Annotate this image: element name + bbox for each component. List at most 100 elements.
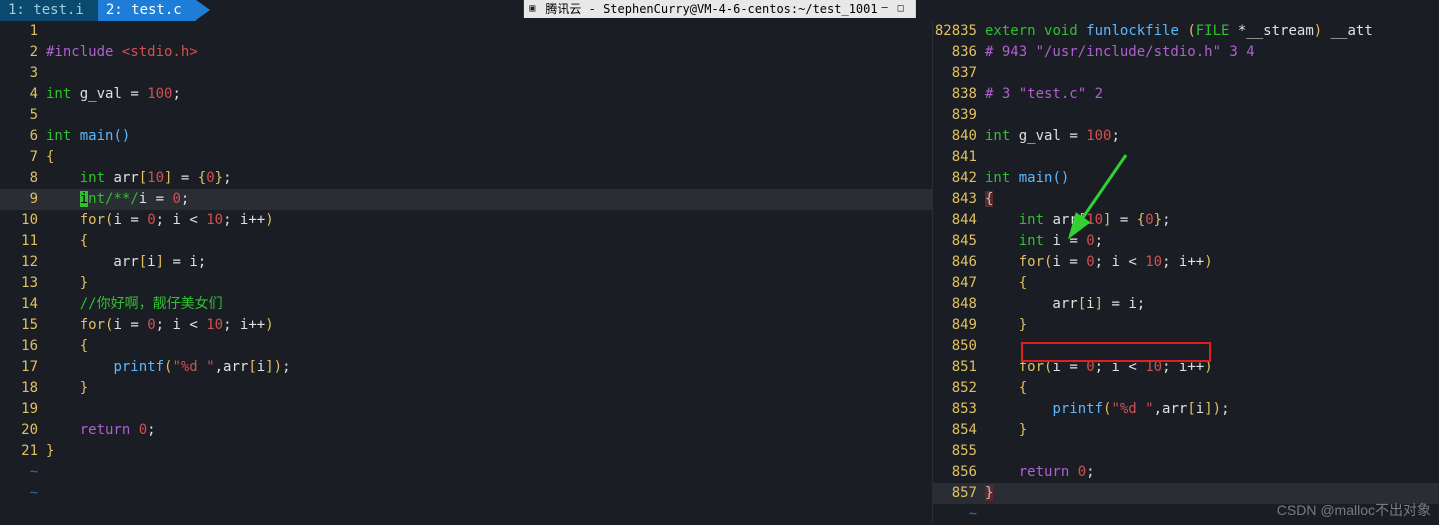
code-line[interactable]: 851 for(i = 0; i < 10; i++): [933, 357, 1439, 378]
line-number: 10: [0, 210, 46, 231]
line-number: 847: [933, 273, 985, 294]
code-content: [985, 147, 1439, 168]
tilde: ~: [0, 462, 46, 483]
code-line[interactable]: 9 int/**/i = 0;: [0, 189, 932, 210]
code-line[interactable]: 840int g_val = 100;: [933, 126, 1439, 147]
code-line[interactable]: 837: [933, 63, 1439, 84]
code-line[interactable]: 2#include <stdio.h>: [0, 42, 932, 63]
line-number: 5: [0, 105, 46, 126]
line-number: 20: [0, 420, 46, 441]
line-number: 15: [0, 315, 46, 336]
code-line[interactable]: 843{: [933, 189, 1439, 210]
code-content: extern void funlockfile (FILE *__stream)…: [985, 21, 1439, 42]
maximize-icon[interactable]: □: [898, 0, 910, 18]
code-line[interactable]: 846 for(i = 0; i < 10; i++): [933, 252, 1439, 273]
code-line[interactable]: 855: [933, 441, 1439, 462]
code-line[interactable]: 847 {: [933, 273, 1439, 294]
code-line[interactable]: 7{: [0, 147, 932, 168]
code-line[interactable]: 21}: [0, 441, 932, 462]
code-line[interactable]: 12 arr[i] = i;: [0, 252, 932, 273]
code-line[interactable]: 15 for(i = 0; i < 10; i++): [0, 315, 932, 336]
code-content: [985, 441, 1439, 462]
code-content: printf("%d ",arr[i]);: [985, 399, 1439, 420]
window-title: 腾讯云 - StephenCurry@VM-4-6-centos:~/test_…: [545, 0, 877, 18]
code-line[interactable]: 13 }: [0, 273, 932, 294]
line-number: 855: [933, 441, 985, 462]
code-line[interactable]: 841: [933, 147, 1439, 168]
line-number: 19: [0, 399, 46, 420]
line-number: 842: [933, 168, 985, 189]
line-number: 14: [0, 294, 46, 315]
code-content: for(i = 0; i < 10; i++): [985, 252, 1439, 273]
code-line[interactable]: 842int main(): [933, 168, 1439, 189]
line-number: 8: [0, 168, 46, 189]
line-number: 857: [933, 483, 985, 504]
code-line[interactable]: 8 int arr[10] = {0};: [0, 168, 932, 189]
code-line[interactable]: 1: [0, 21, 932, 42]
code-line[interactable]: 20 return 0;: [0, 420, 932, 441]
line-number: 843: [933, 189, 985, 210]
tab-label: 2: test.c: [106, 2, 182, 18]
code-line[interactable]: 18 }: [0, 378, 932, 399]
left-editor-pane[interactable]: 12#include <stdio.h>34int g_val = 100;56…: [0, 21, 932, 523]
line-number: 839: [933, 105, 985, 126]
code-line[interactable]: 845 int i = 0;: [933, 231, 1439, 252]
tilde: ~: [0, 483, 46, 504]
code-content: for(i = 0; i < 10; i++): [46, 315, 932, 336]
empty-line: ~: [0, 483, 932, 504]
code-line[interactable]: 10 for(i = 0; i < 10; i++): [0, 210, 932, 231]
minimize-icon[interactable]: ─: [882, 0, 894, 18]
tab-label: 1: test.i: [8, 2, 84, 18]
code-line[interactable]: 848 arr[i] = i;: [933, 294, 1439, 315]
line-number: 13: [0, 273, 46, 294]
code-line[interactable]: 17 printf("%d ",arr[i]);: [0, 357, 932, 378]
line-number: 854: [933, 420, 985, 441]
line-number: 856: [933, 462, 985, 483]
code-content: {: [985, 273, 1439, 294]
code-line[interactable]: 82835extern void funlockfile (FILE *__st…: [933, 21, 1439, 42]
code-line[interactable]: 844 int arr[10] = {0};: [933, 210, 1439, 231]
code-line[interactable]: 19: [0, 399, 932, 420]
right-editor-pane[interactable]: 82835extern void funlockfile (FILE *__st…: [932, 21, 1439, 523]
code-content: return 0;: [985, 462, 1439, 483]
tab-test-i[interactable]: 1: test.i: [0, 0, 98, 21]
code-line[interactable]: 836# 943 "/usr/include/stdio.h" 3 4: [933, 42, 1439, 63]
code-line[interactable]: 14 //你好啊，靓仔美女们: [0, 294, 932, 315]
code-line[interactable]: 854 }: [933, 420, 1439, 441]
code-line[interactable]: 6int main(): [0, 126, 932, 147]
code-line[interactable]: 850: [933, 336, 1439, 357]
code-content: [46, 399, 932, 420]
line-number: 844: [933, 210, 985, 231]
code-content: [46, 21, 932, 42]
code-content: int main(): [46, 126, 932, 147]
code-line[interactable]: 11 {: [0, 231, 932, 252]
code-line[interactable]: 853 printf("%d ",arr[i]);: [933, 399, 1439, 420]
line-number: 849: [933, 315, 985, 336]
code-content: {: [46, 147, 932, 168]
code-content: arr[i] = i;: [46, 252, 932, 273]
empty-line: ~: [0, 462, 932, 483]
editor-splits: 12#include <stdio.h>34int g_val = 100;56…: [0, 21, 1439, 523]
code-line[interactable]: 839: [933, 105, 1439, 126]
tab-test-c[interactable]: 2: test.c: [98, 0, 196, 21]
code-content: [46, 105, 932, 126]
code-line[interactable]: 856 return 0;: [933, 462, 1439, 483]
code-content: int main(): [985, 168, 1439, 189]
code-line[interactable]: 849 }: [933, 315, 1439, 336]
line-number: 82835: [933, 21, 985, 42]
line-number: 838: [933, 84, 985, 105]
code-line[interactable]: 3: [0, 63, 932, 84]
code-line[interactable]: 5: [0, 105, 932, 126]
code-content: int arr[10] = {0};: [46, 168, 932, 189]
code-line[interactable]: 838# 3 "test.c" 2: [933, 84, 1439, 105]
code-content: int g_val = 100;: [985, 126, 1439, 147]
code-line[interactable]: 4int g_val = 100;: [0, 84, 932, 105]
watermark-text: CSDN @malloc不出对象: [1277, 500, 1431, 521]
code-content: {: [46, 231, 932, 252]
line-number: 12: [0, 252, 46, 273]
line-number: 3: [0, 63, 46, 84]
code-line[interactable]: 16 {: [0, 336, 932, 357]
code-content: }: [985, 420, 1439, 441]
code-line[interactable]: 852 {: [933, 378, 1439, 399]
line-number: 1: [0, 21, 46, 42]
